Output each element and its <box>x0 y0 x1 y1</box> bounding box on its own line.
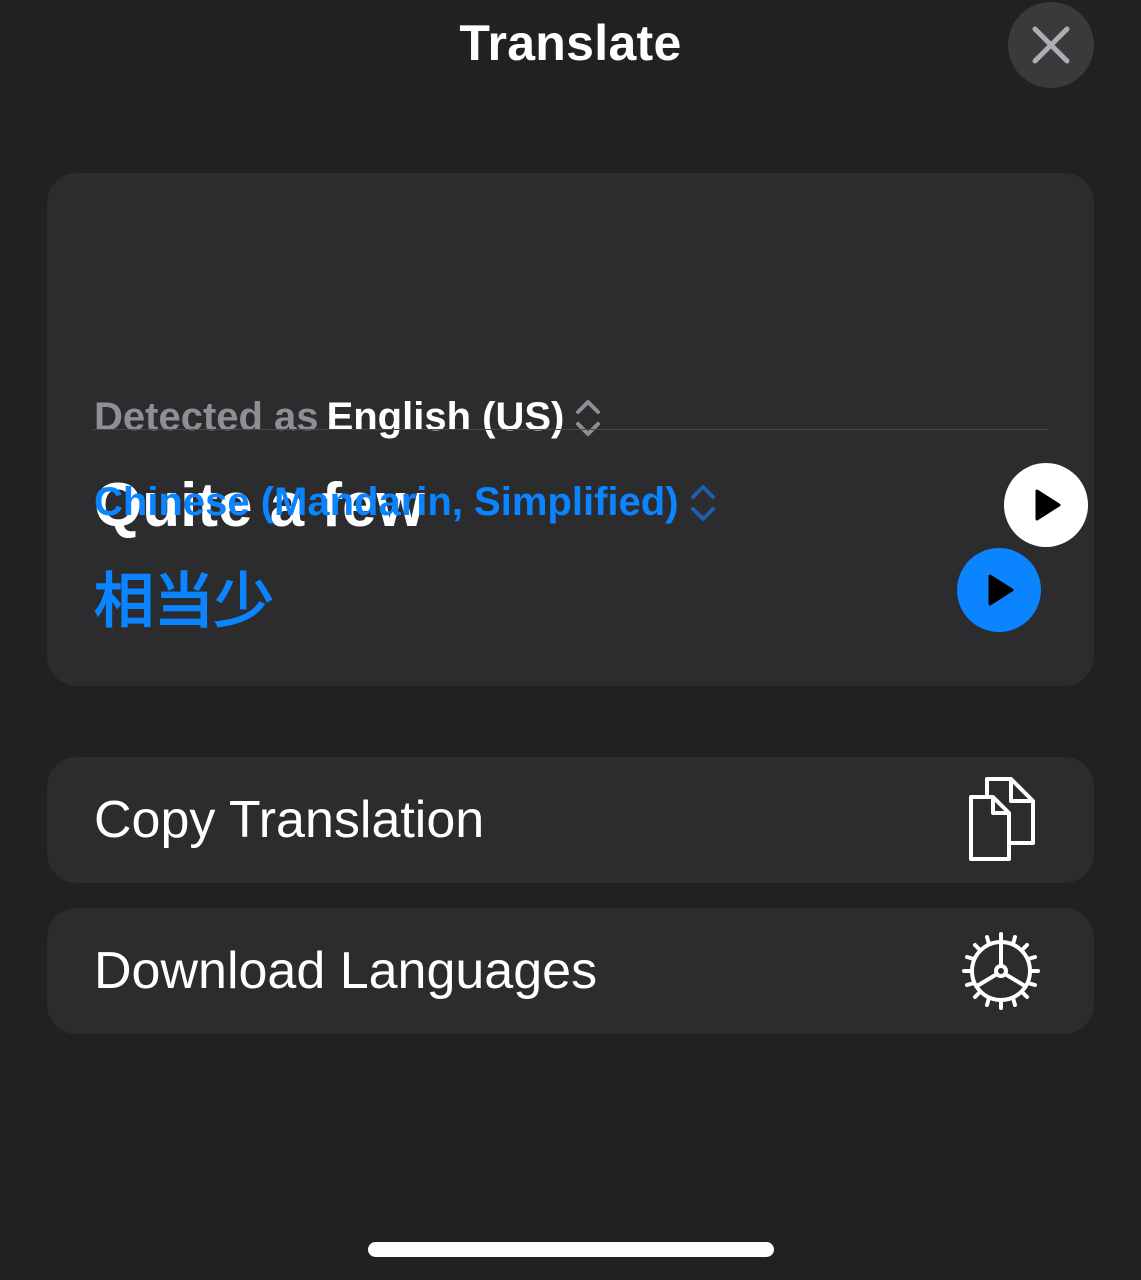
target-language-picker[interactable]: Chinese (Mandarin, Simplified) <box>94 480 717 525</box>
copy-icon <box>956 775 1046 865</box>
target-language-label: Chinese (Mandarin, Simplified) <box>94 480 679 524</box>
chevron-up-down-icon <box>689 483 717 523</box>
divider <box>93 429 1048 430</box>
play-icon <box>988 574 1014 606</box>
chevron-up-down-icon <box>574 398 602 438</box>
close-button[interactable] <box>1008 2 1094 88</box>
translated-text: 相当少 <box>94 567 274 637</box>
play-translation-button[interactable] <box>957 548 1041 632</box>
copy-translation-button[interactable]: Copy Translation <box>47 757 1094 883</box>
download-languages-label: Download Languages <box>94 942 598 1000</box>
play-icon <box>1035 489 1061 521</box>
close-icon <box>1032 26 1070 64</box>
page-title: Translate <box>459 15 682 71</box>
detected-as-label: Detected as <box>94 395 319 439</box>
translation-card: Detected as English (US) Quite a few Chi… <box>47 173 1094 686</box>
gear-icon <box>956 926 1046 1016</box>
copy-translation-label: Copy Translation <box>94 791 485 849</box>
play-source-button[interactable] <box>1004 463 1088 547</box>
source-language-label: English (US) <box>326 395 565 439</box>
home-indicator[interactable] <box>368 1242 774 1257</box>
source-language-picker[interactable]: Detected as English (US) <box>94 395 602 440</box>
download-languages-button[interactable]: Download Languages <box>47 908 1094 1034</box>
